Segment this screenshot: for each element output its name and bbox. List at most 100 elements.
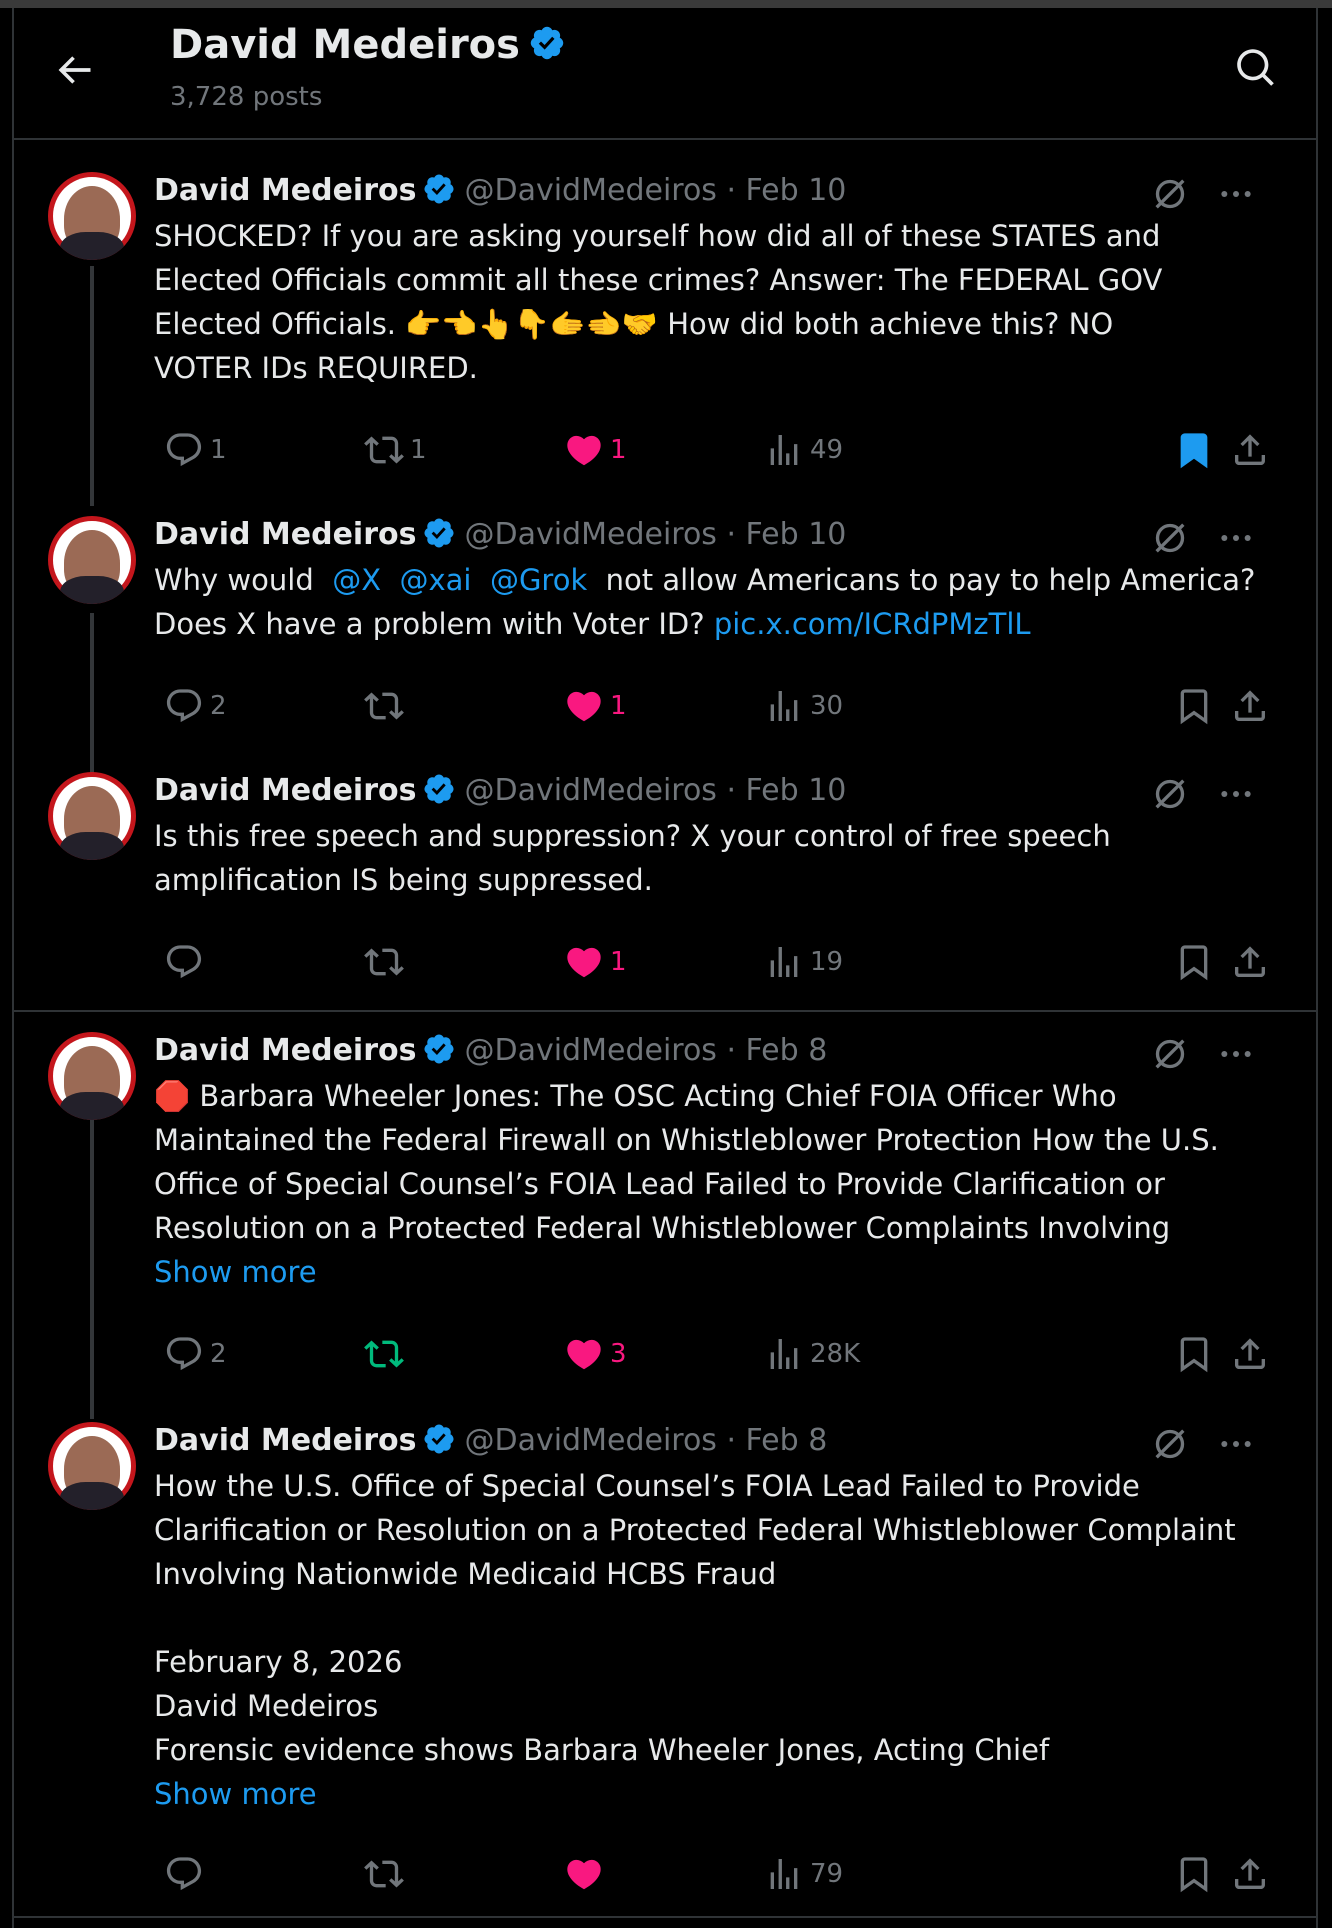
avatar[interactable] bbox=[48, 516, 136, 604]
author-handle[interactable]: @DavidMedeiros bbox=[464, 517, 716, 552]
author-handle[interactable]: @DavidMedeiros bbox=[464, 1423, 716, 1458]
repost-button[interactable] bbox=[364, 1332, 410, 1376]
share-button[interactable] bbox=[1230, 428, 1270, 472]
tweet-header: David Medeiros @DavidMedeiros · Feb 10 bbox=[154, 773, 847, 808]
share-button[interactable] bbox=[1230, 940, 1270, 984]
author-handle[interactable]: @DavidMedeiros bbox=[464, 173, 716, 208]
reply-button[interactable] bbox=[164, 940, 210, 984]
tweet-actions: 79 bbox=[154, 1852, 1294, 1896]
bookmark-button[interactable] bbox=[1174, 940, 1214, 984]
tweet-text: SHOCKED? If you are asking yourself how … bbox=[154, 219, 1163, 385]
tweet[interactable]: David Medeiros @DavidMedeiros · Feb 8 How… bbox=[14, 1422, 1316, 1902]
views-button[interactable]: 28K bbox=[764, 1332, 860, 1376]
tweet[interactable]: David Medeiros @DavidMedeiros · Feb 10 SH… bbox=[14, 172, 1316, 492]
mention-link[interactable]: @Grok bbox=[490, 563, 587, 597]
mention-link[interactable]: @xai bbox=[400, 563, 472, 597]
heart-filled-icon bbox=[567, 1859, 601, 1890]
repost-button[interactable] bbox=[364, 684, 410, 728]
back-arrow-icon[interactable] bbox=[52, 48, 96, 92]
more-options-icon[interactable] bbox=[1216, 174, 1256, 214]
views-button[interactable]: 30 bbox=[764, 684, 843, 728]
avatar[interactable] bbox=[48, 1032, 136, 1120]
show-more-link[interactable]: Show more bbox=[154, 1250, 1284, 1294]
like-count: 1 bbox=[610, 435, 627, 465]
views-chart-icon bbox=[770, 1339, 798, 1369]
author-name[interactable]: David Medeiros bbox=[154, 517, 416, 552]
repost-button[interactable] bbox=[364, 1852, 410, 1896]
tweet[interactable]: David Medeiros @DavidMedeiros · Feb 10 Is… bbox=[14, 772, 1316, 1002]
bookmark-button[interactable] bbox=[1174, 428, 1214, 472]
reply-icon bbox=[166, 689, 202, 723]
like-count: 1 bbox=[610, 947, 627, 977]
page-title: David Medeiros bbox=[170, 22, 566, 68]
share-button[interactable] bbox=[1230, 684, 1270, 728]
tweet-text: Why would @X @xai @Grok not allow Americ… bbox=[154, 563, 1256, 641]
author-name[interactable]: David Medeiros bbox=[154, 173, 416, 208]
tweet[interactable]: David Medeiros @DavidMedeiros · Feb 8 🛑 B… bbox=[14, 1032, 1316, 1412]
verified-badge-icon bbox=[424, 518, 455, 548]
tweet-date[interactable]: Feb 8 bbox=[746, 1033, 828, 1068]
window-top-strip bbox=[0, 0, 1332, 8]
tweet-header: David Medeiros @DavidMedeiros · Feb 10 bbox=[154, 173, 847, 208]
reply-button[interactable]: 2 bbox=[164, 1332, 227, 1376]
tweet[interactable]: David Medeiros @DavidMedeiros · Feb 10 Wh… bbox=[14, 516, 1316, 766]
like-button[interactable] bbox=[564, 1852, 610, 1896]
show-more-link[interactable]: Show more bbox=[154, 1772, 1284, 1816]
tweet-date[interactable]: Feb 10 bbox=[746, 517, 847, 552]
more-options-icon[interactable] bbox=[1216, 774, 1256, 814]
author-handle[interactable]: @DavidMedeiros bbox=[464, 1033, 716, 1068]
heart-filled-icon bbox=[567, 691, 601, 722]
grok-icon[interactable] bbox=[1150, 774, 1190, 814]
views-button[interactable]: 79 bbox=[764, 1852, 843, 1896]
views-button[interactable]: 19 bbox=[764, 940, 843, 984]
tweet-text: How the U.S. Office of Special Counsel’s… bbox=[154, 1464, 1284, 1816]
share-button[interactable] bbox=[1230, 1852, 1270, 1896]
views-chart-icon bbox=[770, 691, 798, 721]
like-button[interactable]: 1 bbox=[564, 428, 627, 472]
verified-badge-icon bbox=[530, 26, 564, 60]
views-button[interactable]: 49 bbox=[764, 428, 843, 472]
mention-link[interactable]: @X bbox=[332, 563, 381, 597]
bookmark-button[interactable] bbox=[1174, 684, 1214, 728]
profile-name: David Medeiros bbox=[170, 22, 520, 68]
repost-active-icon bbox=[364, 1340, 404, 1368]
media-link[interactable]: pic.x.com/ICRdPMzTlL bbox=[714, 607, 1031, 641]
tweet-date[interactable]: Feb 8 bbox=[746, 1423, 828, 1458]
heart-filled-icon bbox=[567, 947, 601, 978]
view-count: 79 bbox=[810, 1859, 844, 1889]
tweet-date[interactable]: Feb 10 bbox=[746, 773, 847, 808]
author-name[interactable]: David Medeiros bbox=[154, 773, 416, 808]
tweet-header: David Medeiros @DavidMedeiros · Feb 8 bbox=[154, 1423, 828, 1458]
grok-icon[interactable] bbox=[1150, 1034, 1190, 1074]
grok-icon[interactable] bbox=[1150, 174, 1190, 214]
bookmark-button[interactable] bbox=[1174, 1852, 1214, 1896]
tweet-text: 🛑 Barbara Wheeler Jones: The OSC Acting … bbox=[154, 1074, 1284, 1294]
repost-button[interactable] bbox=[364, 940, 410, 984]
like-button[interactable]: 1 bbox=[564, 940, 627, 984]
reply-button[interactable] bbox=[164, 1852, 210, 1896]
more-options-icon[interactable] bbox=[1216, 1034, 1256, 1074]
share-button[interactable] bbox=[1230, 1332, 1270, 1376]
like-button[interactable]: 1 bbox=[564, 684, 627, 728]
repost-icon bbox=[364, 436, 404, 464]
grok-icon[interactable] bbox=[1150, 1424, 1190, 1464]
bookmark-button[interactable] bbox=[1174, 1332, 1214, 1376]
more-options-icon[interactable] bbox=[1216, 518, 1256, 558]
avatar[interactable] bbox=[48, 172, 136, 260]
reply-button[interactable]: 2 bbox=[164, 684, 227, 728]
author-handle[interactable]: @DavidMedeiros bbox=[464, 773, 716, 808]
search-icon[interactable] bbox=[1234, 46, 1278, 90]
grok-icon[interactable] bbox=[1150, 518, 1190, 558]
views-chart-icon bbox=[770, 435, 798, 465]
tweet-date[interactable]: Feb 10 bbox=[746, 173, 847, 208]
author-name[interactable]: David Medeiros bbox=[154, 1033, 416, 1068]
like-button[interactable]: 3 bbox=[564, 1332, 627, 1376]
repost-button[interactable]: 1 bbox=[364, 428, 427, 472]
avatar[interactable] bbox=[48, 1422, 136, 1510]
bookmark-icon bbox=[1180, 1337, 1208, 1373]
verified-badge-icon bbox=[424, 174, 455, 204]
avatar[interactable] bbox=[48, 772, 136, 860]
reply-button[interactable]: 1 bbox=[164, 428, 227, 472]
author-name[interactable]: David Medeiros bbox=[154, 1423, 416, 1458]
more-options-icon[interactable] bbox=[1216, 1424, 1256, 1464]
